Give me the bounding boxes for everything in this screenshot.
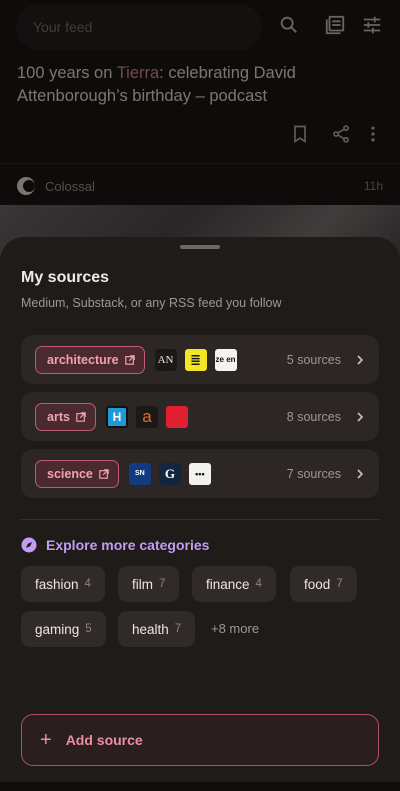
chevron-right-icon — [357, 468, 364, 479]
source-logo-a: a — [135, 405, 158, 428]
chevron-right-icon — [357, 354, 364, 365]
explore-categories-link[interactable]: Explore more categories — [21, 537, 209, 553]
sheet-subtitle: Medium, Substack, or any RSS feed you fo… — [21, 296, 282, 310]
category-tag-gaming[interactable]: gaming 5 — [21, 611, 106, 647]
source-logos: H a — [105, 405, 196, 428]
category-card-science[interactable]: science SN G ••• 7 sources — [21, 449, 379, 498]
source-logo-red — [165, 405, 188, 428]
source-logos: SN G ••• — [128, 462, 219, 485]
add-source-button[interactable]: + Add source — [21, 714, 379, 766]
open-external-icon — [76, 411, 86, 422]
category-card-arts[interactable]: arts H a 8 sources — [21, 392, 379, 441]
source-logo-an: AN — [154, 348, 177, 371]
category-chip-architecture[interactable]: architecture — [35, 345, 145, 374]
category-chip-arts[interactable]: arts — [35, 402, 96, 431]
category-card-architecture[interactable]: architecture AN ≣ ze en 5 sources — [21, 335, 379, 384]
category-tag-health[interactable]: health 7 — [118, 611, 196, 647]
category-chip-science[interactable]: science — [35, 459, 119, 488]
source-logos: AN ≣ ze en — [154, 348, 245, 371]
source-logo-zeen: ze en — [214, 348, 237, 371]
chevron-right-icon — [357, 411, 364, 422]
source-logo-dots: ••• — [188, 462, 211, 485]
plus-icon: + — [40, 729, 52, 751]
category-tag-film[interactable]: film 7 — [118, 566, 180, 602]
source-count: 8 sources — [286, 409, 341, 424]
source-logo-yellow: ≣ — [184, 348, 207, 371]
sheet-title: My sources — [21, 269, 110, 286]
source-logo-g: G — [158, 462, 181, 485]
bottom-nav-strip — [0, 782, 400, 791]
source-count: 7 sources — [286, 466, 341, 481]
category-tag-finance[interactable]: finance 4 — [192, 566, 276, 602]
source-logo-h: H — [105, 405, 128, 428]
more-categories-link[interactable]: +8 more — [211, 621, 259, 636]
source-count: 5 sources — [286, 352, 341, 367]
category-tag-fashion[interactable]: fashion 4 — [21, 566, 105, 602]
category-tag-food[interactable]: food 7 — [290, 566, 357, 602]
my-sources-sheet: My sources Medium, Substack, or any RSS … — [0, 237, 400, 782]
compass-icon — [21, 537, 37, 553]
open-external-icon — [99, 468, 109, 479]
divider — [21, 519, 379, 520]
source-logo-sn: SN — [128, 462, 151, 485]
open-external-icon — [124, 354, 135, 365]
drag-handle[interactable] — [180, 245, 220, 249]
